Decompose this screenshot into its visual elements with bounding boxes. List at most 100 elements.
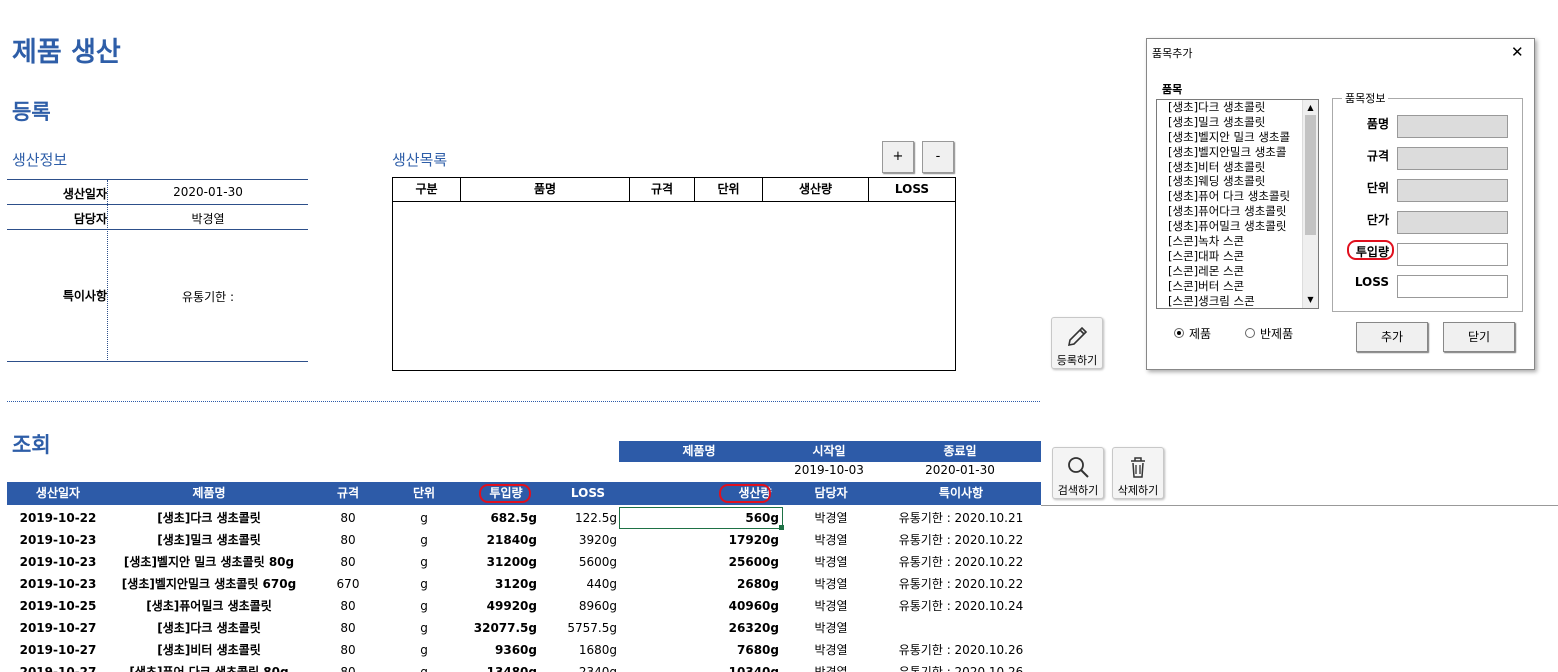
search-button-label: 검색하기 <box>1057 484 1099 497</box>
row-input: 49920g <box>486 599 537 613</box>
remove-row-button[interactable]: - <box>922 141 954 173</box>
filter-start-value[interactable]: 2019-10-03 <box>779 463 879 477</box>
listbox-item[interactable]: [생초]웨딩 생초콜릿 <box>1157 174 1318 189</box>
row-unit: g <box>420 599 428 613</box>
scroll-up-arrow-icon[interactable]: ▲ <box>1303 101 1318 115</box>
row-loss: 440g <box>586 577 617 591</box>
row-note: 유통기한 : 2020.10.24 <box>898 599 1024 613</box>
row-note: 유통기한 : 2020.10.26 <box>898 665 1024 672</box>
radio-product-label: 제품 <box>1189 327 1212 341</box>
note-value[interactable]: 유통기한 : <box>108 288 308 305</box>
row-unit: g <box>420 665 428 672</box>
item-input-field[interactable] <box>1397 243 1508 266</box>
query-heading: 조회 <box>12 433 51 457</box>
row-loss: 2340g <box>578 665 617 672</box>
row-spec: 80 <box>340 533 356 547</box>
listbox-item[interactable]: [생초]퓨어밀크 생초콜릿 <box>1157 219 1318 234</box>
selected-cell[interactable] <box>619 507 783 529</box>
listbox-item[interactable]: [생초]퓨어 다크 생초콜릿 <box>1157 189 1318 204</box>
listbox-item[interactable]: [스콘]레몬 스콘 <box>1157 264 1318 279</box>
manager-row: 담당자 박경열 <box>7 205 308 230</box>
row-unit: g <box>420 533 428 547</box>
item-unit-label: 단위 <box>1366 181 1389 195</box>
table-row[interactable]: 2019-10-23 [생초]벨지안 밀크 생초콜릿 80g 80 g 31200g 56… <box>7 551 1041 573</box>
row-product: [생초]퓨어 다크 생초콜릿 80g <box>129 665 289 672</box>
qcol-note: 특이사항 <box>938 486 984 500</box>
register-button[interactable]: 등록하기 <box>1051 317 1103 369</box>
row-date: 2019-10-23 <box>19 533 97 547</box>
item-unit-field[interactable] <box>1397 179 1508 202</box>
listbox-item[interactable]: [스콘]생크림 스콘 <box>1157 294 1318 308</box>
item-spec-field[interactable] <box>1397 147 1508 170</box>
col-spec: 규격 <box>630 178 695 201</box>
row-unit: g <box>420 511 428 525</box>
listbox-item[interactable]: [생초]벨지안 밀크 생초콜 <box>1157 130 1318 145</box>
dialog-close-icon[interactable]: ✕ <box>1511 43 1524 61</box>
qcol-spec: 규격 <box>336 486 360 500</box>
listbox-item[interactable]: [스콘]녹차 스콘 <box>1157 234 1318 249</box>
qcol-date: 생산일자 <box>35 486 81 500</box>
row-loss: 5600g <box>578 555 617 569</box>
production-info-heading: 생산정보 <box>12 151 68 169</box>
page-title: 제품 생산 <box>12 37 121 68</box>
item-spec-label: 규격 <box>1366 149 1389 163</box>
manager-label: 담당자 <box>73 212 107 226</box>
row-input: 682.5g <box>490 511 537 525</box>
note-label: 특이사항 <box>62 289 107 303</box>
production-list-heading: 생산목록 <box>392 151 448 169</box>
row-spec: 80 <box>340 643 356 657</box>
item-loss-field[interactable] <box>1397 275 1508 298</box>
qcol-loss: LOSS <box>570 486 606 500</box>
col-name: 품명 <box>461 178 630 201</box>
row-date: 2019-10-23 <box>19 555 97 569</box>
dialog-close-button[interactable]: 닫기 <box>1443 322 1515 352</box>
qcol-unit: 단위 <box>412 486 436 500</box>
production-list-table[interactable]: 구분 품명 규격 단위 생산량 LOSS <box>392 177 956 371</box>
listbox-item[interactable]: [스콘]버터 스콘 <box>1157 279 1318 294</box>
table-row[interactable]: 2019-10-23 [생초]벨지안밀크 생초콜릿 670g 670 g 3120g 44… <box>7 573 1041 595</box>
listbox-item[interactable]: [생초]퓨어다크 생초콜릿 <box>1157 204 1318 219</box>
table-row[interactable]: 2019-10-27 [생초]비터 생초콜릿 80 g 9360g 1680g 7680g 박… <box>7 639 1041 661</box>
search-button[interactable]: 검색하기 <box>1052 447 1104 499</box>
production-date-label: 생산일자 <box>62 187 107 201</box>
table-row[interactable]: 2019-10-22 [생초]다크 생초콜릿 80 g 682.5g 122.5g 560g… <box>7 507 1041 530</box>
scroll-thumb[interactable] <box>1305 115 1316 235</box>
manager-value[interactable]: 박경열 <box>108 210 308 227</box>
item-listbox[interactable]: [생초]다크 생초콜릿 [생초]밀크 생초콜릿 [생초]벨지안 밀크 생초콜 [생초]… <box>1156 99 1319 309</box>
row-product: [생초]다크 생초콜릿 <box>157 511 261 525</box>
add-row-button[interactable]: + <box>882 141 914 173</box>
row-spec: 80 <box>340 599 356 613</box>
add-item-dialog: 품목추가 ✕ 품목 [생초]다크 생초콜릿 [생초]밀크 생초콜릿 [생초]벨지안 … <box>1146 38 1535 370</box>
listbox-item[interactable]: [생초]벨지안밀크 생초콜 <box>1157 145 1318 160</box>
table-row[interactable]: 2019-10-25 [생초]퓨어밀크 생초콜릿 80 g 49920g 8960g 409… <box>7 595 1041 617</box>
row-product: [생초]비터 생초콜릿 <box>157 643 261 657</box>
row-input: 31200g <box>486 555 537 569</box>
table-row[interactable]: 2019-10-27 [생초]퓨어 다크 생초콜릿 80g 80 g 13480g 234… <box>7 661 1041 672</box>
dialog-title: 품목추가 <box>1152 47 1193 60</box>
filter-end-value[interactable]: 2020-01-30 <box>879 463 1041 477</box>
delete-button[interactable]: 삭제하기 <box>1112 447 1164 499</box>
production-date-value[interactable]: 2020-01-30 <box>108 185 308 199</box>
qcol-manager: 담당자 <box>814 486 848 500</box>
listbox-item[interactable]: [스콘]대파 스콘 <box>1157 249 1318 264</box>
radio-semi-product-label: 반제품 <box>1260 327 1294 341</box>
listbox-item[interactable]: [생초]밀크 생초콜릿 <box>1157 115 1318 130</box>
pencil-icon <box>1067 326 1088 347</box>
listbox-scrollbar[interactable]: ▲ ▼ <box>1302 100 1318 308</box>
scroll-down-arrow-icon[interactable]: ▼ <box>1303 293 1318 307</box>
row-product: [생초]퓨어밀크 생초콜릿 <box>146 599 272 613</box>
row-spec: 80 <box>340 621 356 635</box>
col-loss: LOSS <box>894 182 930 196</box>
radio-semi-product[interactable] <box>1245 328 1255 338</box>
table-row[interactable]: 2019-10-27 [생초]다크 생초콜릿 80 g 32077.5g 5757.5g 2… <box>7 617 1041 639</box>
item-price-field[interactable] <box>1397 211 1508 234</box>
row-manager: 박경열 <box>814 533 848 547</box>
radio-product[interactable] <box>1174 328 1184 338</box>
listbox-item[interactable]: [생초]비터 생초콜릿 <box>1157 160 1318 175</box>
table-row[interactable]: 2019-10-23 [생초]밀크 생초콜릿 80 g 21840g 3920g 17920… <box>7 529 1041 551</box>
listbox-item[interactable]: [생초]다크 생초콜릿 <box>1157 100 1318 115</box>
row-loss: 1680g <box>578 643 617 657</box>
dialog-add-button[interactable]: 추가 <box>1356 322 1428 352</box>
row-manager: 박경열 <box>814 511 848 525</box>
item-name-field[interactable] <box>1397 115 1508 138</box>
